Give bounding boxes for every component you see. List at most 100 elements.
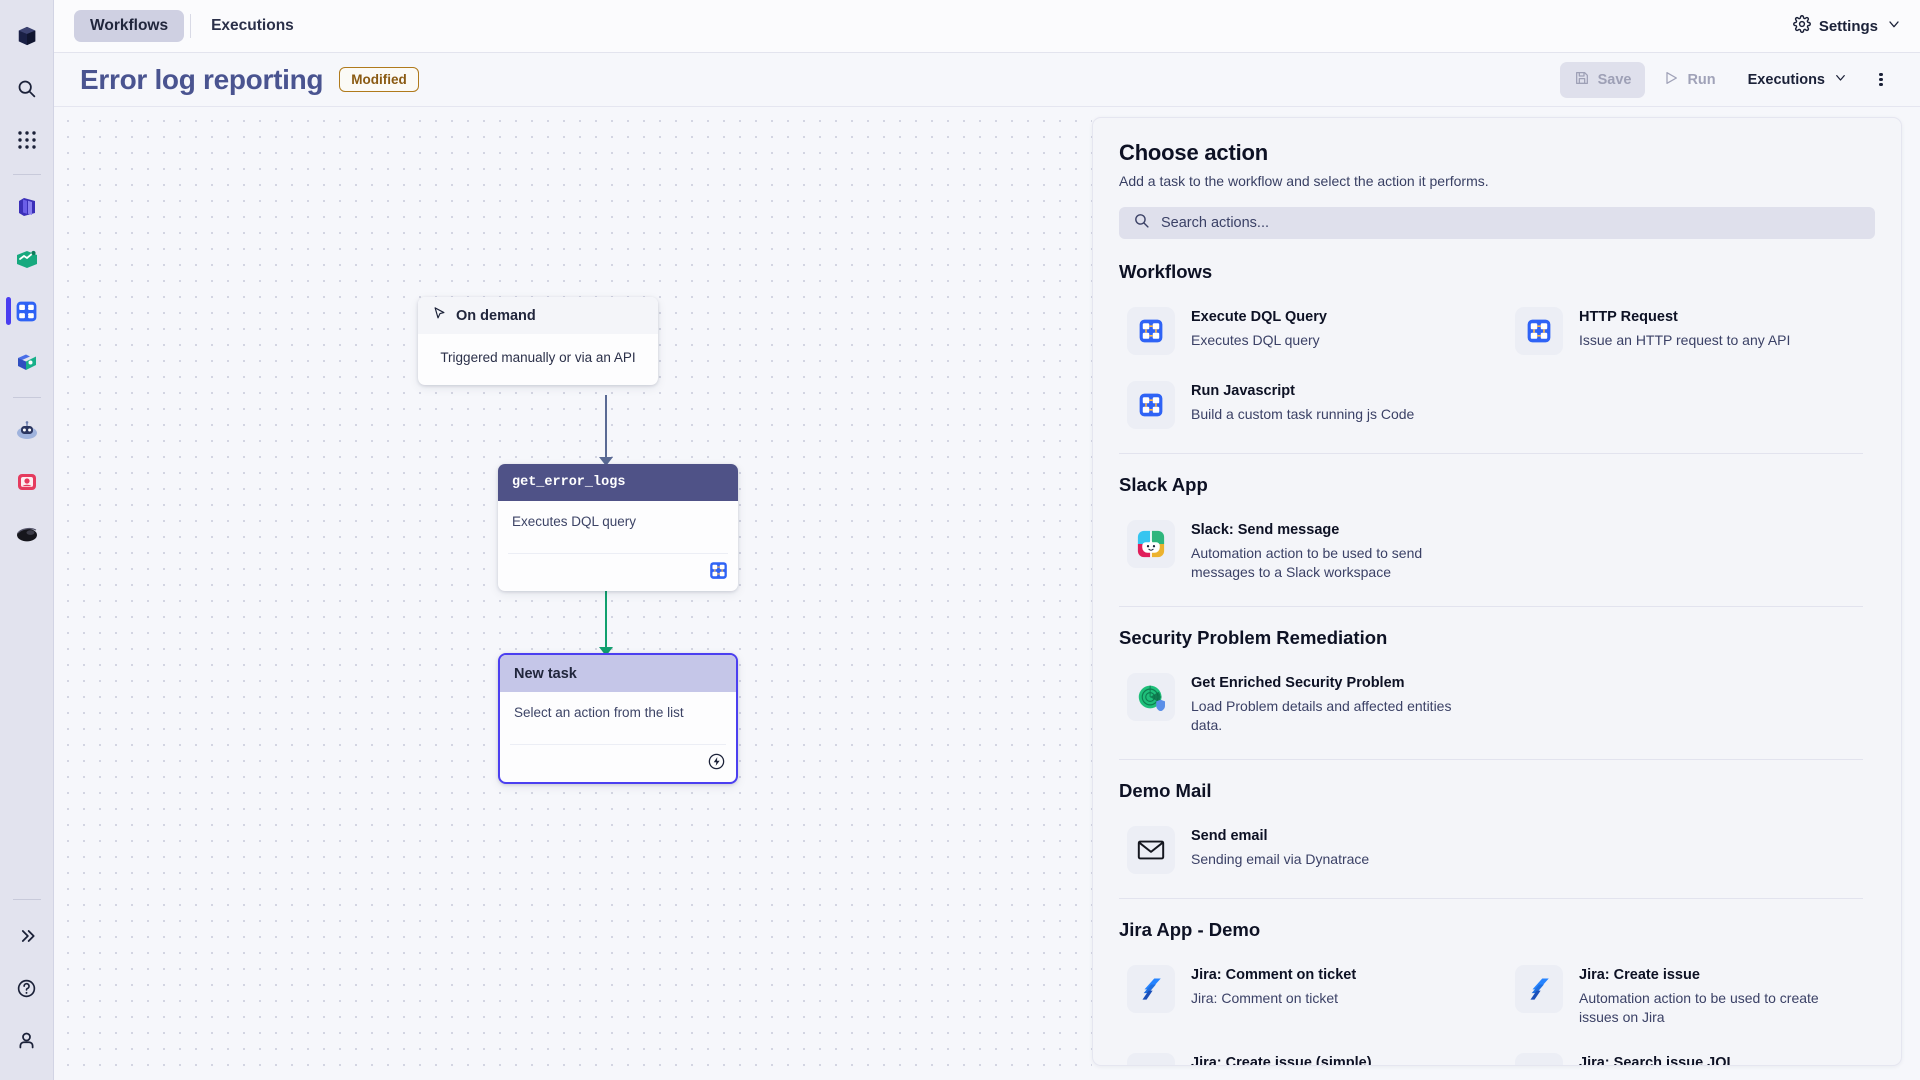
- apps-grid-icon[interactable]: [10, 123, 44, 157]
- action-description: Automation action to be used to send mes…: [1191, 545, 1423, 581]
- search-actions-field[interactable]: Search actions...: [1119, 207, 1875, 240]
- action-title: Slack: Send message: [1191, 522, 1340, 539]
- action-title: Jira: Create issue (simple): [1191, 1054, 1372, 1065]
- workflow-canvas[interactable]: On demand Triggered manually or via an A…: [54, 107, 1092, 1080]
- save-button[interactable]: Save: [1559, 61, 1646, 98]
- action-title: Get Enriched Security Problem: [1191, 675, 1405, 692]
- rail-bottom-group: [0, 891, 53, 1080]
- action-group-demo-mail: Demo Mail Send email Sending email via D…: [1119, 780, 1863, 899]
- status-badge: Modified: [339, 67, 419, 92]
- jira-icon: [1515, 964, 1563, 1013]
- node-description: Select an action from the list: [514, 705, 684, 720]
- workflow-node-trigger[interactable]: On demand Triggered manually or via an A…: [418, 297, 658, 385]
- action-group-security-problem-remediation: Security Problem Remediation Get Enriche…: [1119, 627, 1863, 760]
- action-item-jira-create-issue[interactable]: Jira: Create issue Automation action to …: [1507, 955, 1863, 1037]
- action-item-send-email[interactable]: Send email Sending email via Dynatrace: [1119, 816, 1475, 884]
- node-header: get_error_logs: [498, 464, 738, 501]
- search-placeholder: Search actions...: [1161, 215, 1269, 232]
- action-item-jira-create-issue-simple[interactable]: Jira: Create issue (simple) Automation a…: [1119, 1043, 1475, 1065]
- action-title: Jira: Search issue JQL: [1579, 1054, 1736, 1065]
- search-icon[interactable]: [10, 71, 44, 105]
- action-item-jira-comment-on-ticket[interactable]: Jira: Comment on ticket Jira: Comment on…: [1119, 955, 1475, 1037]
- kebab-dot: [1879, 77, 1883, 82]
- action-item-get-enriched-security-problem[interactable]: Get Enriched Security Problem Load Probl…: [1119, 663, 1475, 745]
- dashboards-app-icon[interactable]: [10, 242, 44, 276]
- node-title: New task: [514, 665, 577, 682]
- help-icon[interactable]: [10, 971, 44, 1005]
- more-options-button[interactable]: [1866, 65, 1896, 95]
- action-description: Automation action to be used to create i…: [1579, 989, 1819, 1025]
- page-title: Error log reporting: [80, 63, 324, 95]
- rail-divider-middle: [12, 397, 41, 398]
- action-description: Issue an HTTP request to any API: [1579, 332, 1791, 349]
- action-group-jira-app-demo: Jira App - Demo Jira: Comment on ticket …: [1119, 919, 1863, 1065]
- executions-dropdown[interactable]: Executions: [1734, 62, 1862, 97]
- rail-divider-bottom: [12, 899, 41, 900]
- workspace-body: On demand Triggered manually or via an A…: [54, 107, 1920, 1080]
- action-group-slack-app: Slack App Slack: Send message Automation…: [1119, 474, 1863, 608]
- action-title: Execute DQL Query: [1191, 309, 1327, 326]
- group-title: Slack App: [1119, 474, 1208, 496]
- gear-icon: [1792, 14, 1811, 38]
- settings-menu[interactable]: Settings: [1792, 14, 1902, 38]
- action-title: Jira: Comment on ticket: [1191, 966, 1357, 983]
- group-title: Demo Mail: [1119, 779, 1212, 801]
- account-icon[interactable]: [10, 1023, 44, 1057]
- node-title: On demand: [456, 307, 536, 324]
- node-title: get_error_logs: [512, 475, 626, 490]
- workflow-action-icon: [1127, 307, 1175, 356]
- action-group-workflows: Workflows Execute DQL Query Executes DQL…: [1119, 261, 1863, 455]
- executions-label: Executions: [1747, 71, 1825, 88]
- tab-divider: [190, 14, 192, 38]
- node-description: Triggered manually or via an API: [440, 350, 636, 365]
- rail-divider-top: [12, 174, 41, 175]
- workflow-toolbar: Save Run Executions: [1559, 61, 1896, 98]
- data-explorer-app-icon[interactable]: [10, 346, 44, 380]
- run-button[interactable]: Run: [1649, 62, 1729, 98]
- security-radar-icon: [1127, 673, 1175, 722]
- workflow-node-new-task[interactable]: New task Select an action from the list: [498, 653, 738, 784]
- run-label: Run: [1687, 71, 1716, 88]
- action-item-execute-dql-query[interactable]: Execute DQL Query Executes DQL query: [1119, 297, 1475, 365]
- alert-app-icon[interactable]: [10, 465, 44, 499]
- workflow-action-icon: [709, 561, 728, 585]
- action-title: HTTP Request: [1579, 309, 1678, 326]
- lightning-bolt-icon: [707, 752, 726, 776]
- action-description: Build a custom task running js Code: [1191, 406, 1415, 423]
- action-item-slack-send-message[interactable]: Slack: Send message Automation action to…: [1119, 510, 1475, 592]
- workflow-node-get-error-logs[interactable]: get_error_logs Executes DQL query: [498, 464, 738, 591]
- group-title: Security Problem Remediation: [1119, 627, 1388, 649]
- slack-icon: [1127, 520, 1175, 569]
- action-title: Jira: Create issue: [1579, 966, 1700, 983]
- jira-icon: [1127, 1052, 1175, 1065]
- action-title: Send email: [1191, 827, 1268, 844]
- group-title: Jira App - Demo: [1119, 918, 1261, 940]
- notebooks-app-icon[interactable]: [10, 190, 44, 224]
- action-item-http-request[interactable]: HTTP Request Issue an HTTP request to an…: [1507, 297, 1863, 365]
- workflows-app-icon[interactable]: [5, 294, 44, 328]
- bot-app-icon[interactable]: [10, 413, 44, 447]
- action-description: Executes DQL query: [1191, 332, 1320, 349]
- action-description: Jira: Comment on ticket: [1191, 989, 1339, 1006]
- expand-chevrons-icon[interactable]: [10, 919, 44, 953]
- workflow-header: Error log reporting Modified Save Run Ex…: [54, 53, 1920, 107]
- actions-list[interactable]: Workflows Execute DQL Query Executes DQL…: [1119, 261, 1875, 1065]
- rail-active-indicator: [5, 297, 11, 325]
- black-app-icon[interactable]: [10, 517, 44, 551]
- node-header: On demand: [418, 297, 658, 334]
- jira-icon: [1127, 964, 1175, 1013]
- tab-workflows[interactable]: Workflows: [74, 10, 185, 42]
- workflow-action-icon: [1127, 381, 1175, 430]
- chevron-down-icon: [1833, 70, 1848, 89]
- node-description: Executes DQL query: [512, 514, 637, 529]
- choose-action-panel: Choose action Add a task to the workflow…: [1092, 117, 1902, 1066]
- play-icon: [1663, 70, 1679, 90]
- chevron-down-icon: [1886, 16, 1902, 37]
- action-item-run-javascript[interactable]: Run Javascript Build a custom task runni…: [1119, 371, 1475, 439]
- search-icon: [1133, 212, 1150, 234]
- action-description: Load Problem details and affected entiti…: [1191, 698, 1452, 733]
- dynatrace-logo-icon[interactable]: [10, 19, 44, 53]
- action-item-jira-search-issue-jql[interactable]: Jira: Search issue JQL Search issue usin…: [1507, 1043, 1863, 1065]
- tab-executions[interactable]: Executions: [197, 10, 308, 42]
- panel-subtitle: Add a task to the workflow and select th…: [1119, 173, 1489, 189]
